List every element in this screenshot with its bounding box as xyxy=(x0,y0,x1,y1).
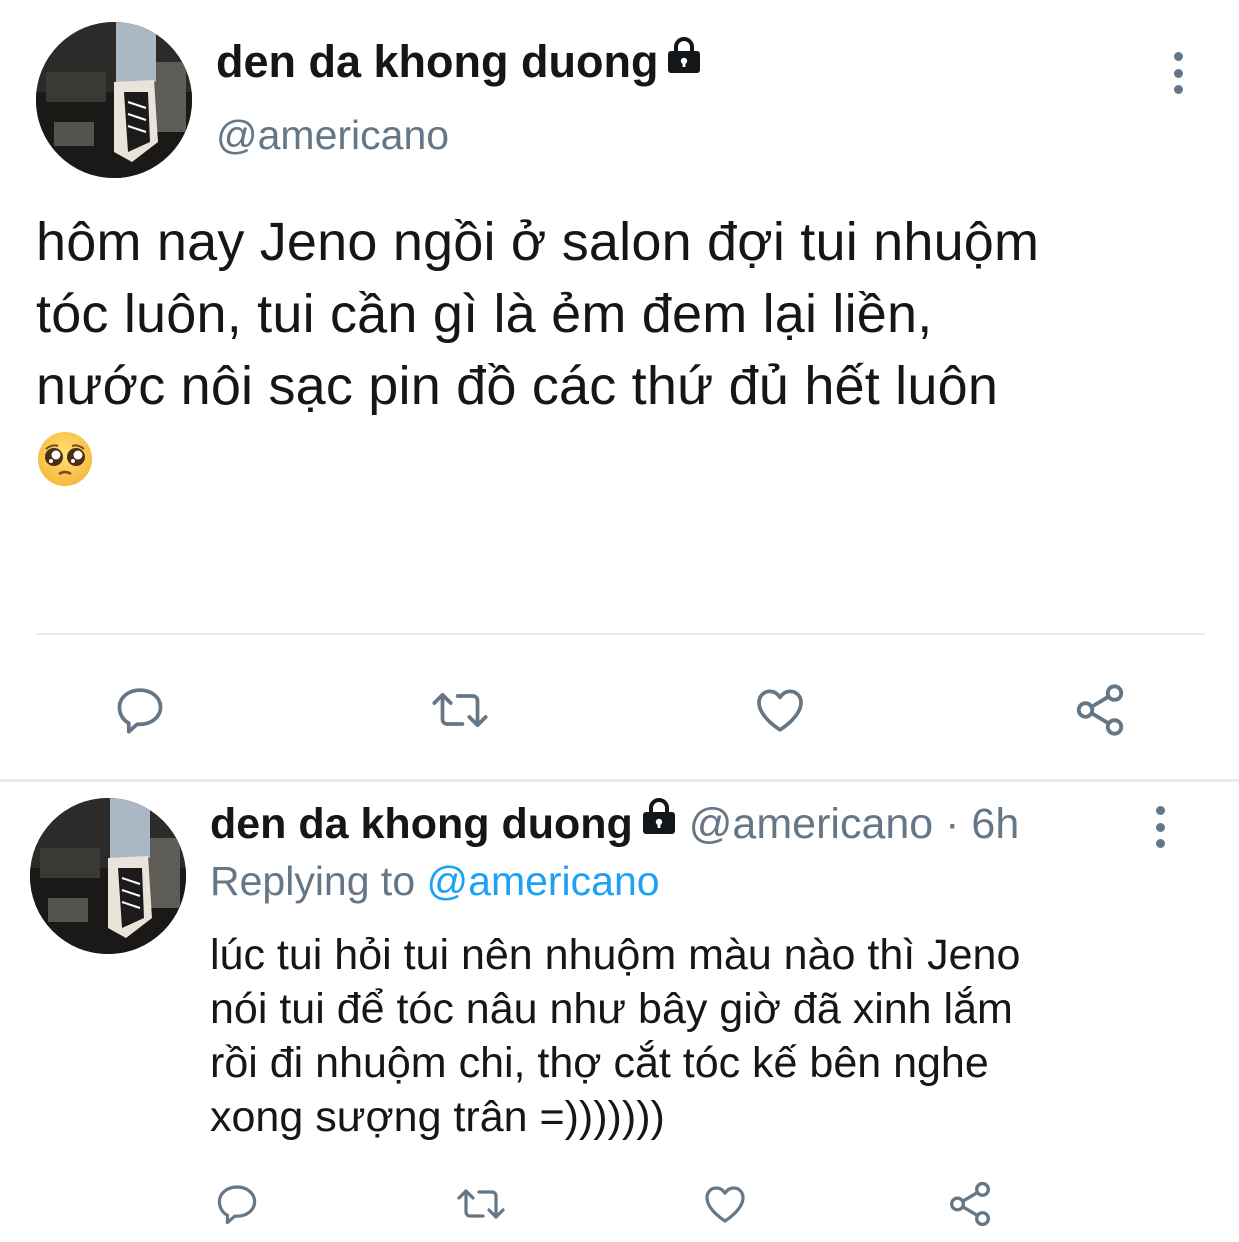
share-icon xyxy=(1076,684,1124,736)
reply-button[interactable] xyxy=(110,680,170,740)
lock-icon xyxy=(639,796,679,847)
reply-header: den da khong duong @americano · 6h xyxy=(210,798,1019,849)
like-button[interactable] xyxy=(700,1174,750,1234)
reply-icon xyxy=(117,688,163,734)
tweet-text: lúc tui hỏi tui nên nhuộm màu nào thì Je… xyxy=(210,928,1210,1144)
more-options-button[interactable] xyxy=(1160,52,1196,94)
share-button[interactable] xyxy=(944,1174,996,1234)
more-vertical-icon xyxy=(1142,806,1178,848)
avatar[interactable] xyxy=(36,22,192,178)
divider xyxy=(0,779,1239,782)
lock-icon xyxy=(664,34,704,86)
avatar-image xyxy=(30,798,186,954)
tweet-text-line: lúc tui hỏi tui nên nhuộm màu nào thì Je… xyxy=(210,931,1021,979)
author-name[interactable]: den da khong duong xyxy=(210,800,633,848)
retweet-icon xyxy=(457,1189,505,1219)
avatar[interactable] xyxy=(30,798,186,954)
reply-icon xyxy=(217,1185,257,1225)
action-bar xyxy=(0,670,1239,750)
reply-button[interactable] xyxy=(212,1174,262,1234)
author-name-text: den da khong duong xyxy=(216,36,659,87)
avatar-image xyxy=(36,22,192,178)
heart-icon xyxy=(705,1186,745,1223)
like-button[interactable] xyxy=(750,680,810,740)
share-icon xyxy=(950,1181,990,1227)
tweet-text-line: rồi đi nhuộm chi, thợ cắt tóc kế bên ngh… xyxy=(210,1039,989,1087)
mention-link[interactable]: @americano xyxy=(427,858,660,904)
tweet-text-line: nói tui để tóc nâu như bây giờ đã xinh l… xyxy=(210,985,1013,1033)
author-handle[interactable]: @americano xyxy=(216,112,449,159)
more-vertical-icon xyxy=(1160,52,1196,94)
tweet-text-line: hôm nay Jeno ngồi ở salon đợi tui nhuộm xyxy=(36,212,1040,272)
author-name[interactable]: den da khong duong xyxy=(216,36,704,88)
heart-icon xyxy=(757,689,803,732)
replying-to: Replying to @americano xyxy=(210,858,660,905)
divider xyxy=(36,633,1205,635)
action-bar xyxy=(0,1170,1239,1240)
tweet-text-line: tóc luôn, tui cần gì là ẻm đem lại liền, xyxy=(36,284,933,344)
retweet-button[interactable] xyxy=(428,680,492,740)
retweet-icon xyxy=(432,692,488,728)
retweet-button[interactable] xyxy=(452,1174,510,1234)
tweet-text-line: nước nôi sạc pin đồ các thứ đủ hết luôn xyxy=(36,356,999,416)
more-options-button[interactable] xyxy=(1142,806,1178,848)
replying-to-label: Replying to xyxy=(210,858,427,904)
share-button[interactable] xyxy=(1070,680,1130,740)
author-handle-time[interactable]: @americano · 6h xyxy=(689,800,1019,848)
pleading-face-emoji xyxy=(36,430,94,488)
tweet-text: hôm nay Jeno ngồi ở salon đợi tui nhuộm … xyxy=(36,206,1206,494)
tweet-text-line: xong sượng trân =))))))) xyxy=(210,1093,665,1141)
